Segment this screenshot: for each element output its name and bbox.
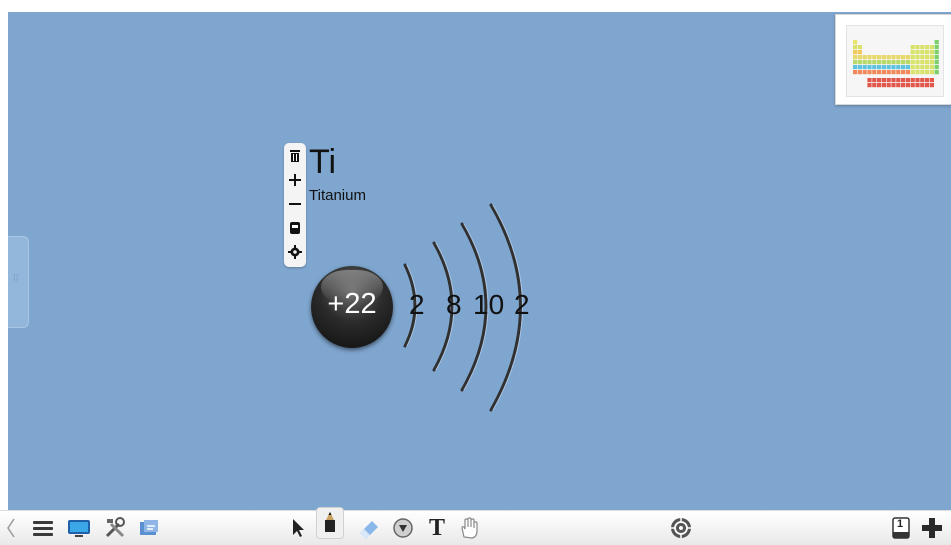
tools-icon[interactable]: [102, 515, 128, 541]
eraser-icon[interactable]: [356, 515, 382, 541]
select-arrow-icon[interactable]: [285, 515, 311, 541]
nucleus-charge: +22: [327, 288, 377, 320]
pen-icon[interactable]: [316, 507, 344, 539]
shell-count-4: 2: [514, 289, 530, 320]
display-icon[interactable]: [66, 515, 92, 541]
menu-icon[interactable]: [30, 515, 56, 541]
target-icon[interactable]: [668, 515, 694, 541]
page-number: 1: [897, 518, 904, 530]
shape-icon[interactable]: [390, 515, 416, 541]
shell-count-3: 10: [473, 289, 505, 320]
text-icon[interactable]: T: [424, 515, 450, 541]
shell-count-2: 8: [446, 289, 462, 320]
electron-shells: [403, 203, 523, 412]
nucleus[interactable]: +22: [311, 266, 393, 348]
page-icon[interactable]: 1: [888, 515, 914, 541]
bottom-toolbar: T 1: [0, 507, 951, 545]
clipboard-icon[interactable]: [136, 515, 162, 541]
collapse-chevron-icon[interactable]: [4, 515, 18, 541]
shell-count-1: 2: [409, 289, 425, 320]
hand-icon[interactable]: [456, 515, 482, 541]
add-page-icon[interactable]: [919, 515, 945, 541]
